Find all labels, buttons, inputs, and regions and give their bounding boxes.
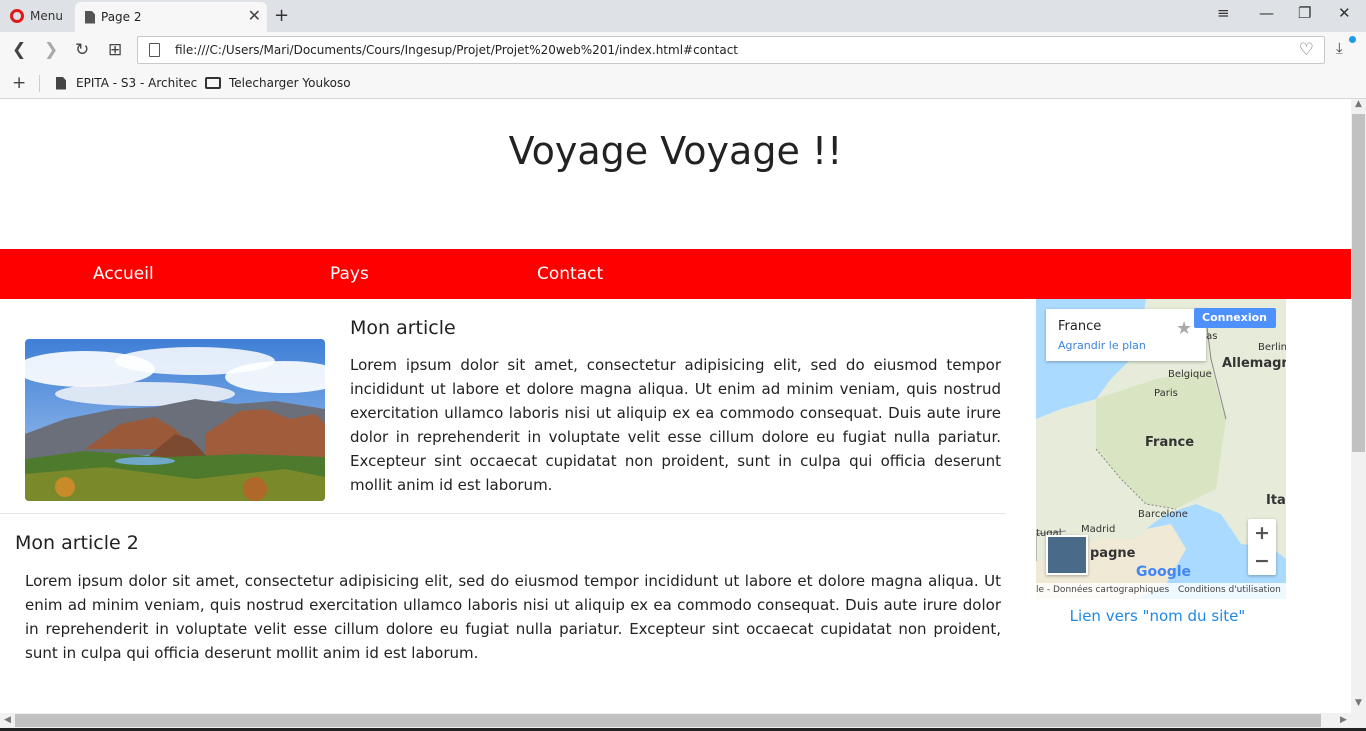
minimize-icon[interactable]: —	[1259, 4, 1274, 22]
nav-contact[interactable]: Contact	[537, 264, 603, 284]
map-terms-link[interactable]: Conditions d'utilisation	[1178, 585, 1281, 595]
tab-title: Page 2	[101, 10, 142, 24]
site-title: Voyage Voyage !!	[508, 129, 843, 173]
map-label-italie: Itali	[1266, 493, 1286, 508]
map-label-espagne: pagne	[1090, 546, 1136, 561]
browser-menu-button[interactable]: Menu	[0, 0, 74, 32]
map-data-attribution: le - Données cartographiques	[1036, 585, 1170, 595]
bookmark-label: Telecharger Youkoso	[229, 76, 351, 90]
bookmarks-bar: + EPITA - S3 - Architec Telecharger Youk…	[0, 68, 1366, 99]
horizontal-scroll-thumb[interactable]	[15, 714, 1321, 727]
tab-page-2[interactable]: Page 2 ✕	[75, 2, 267, 32]
article-landscape-image	[25, 339, 325, 501]
document-icon	[56, 76, 66, 90]
map-place-card: France Agrandir le plan ★	[1046, 309, 1206, 361]
horizontal-scrollbar[interactable]: ◀ ▶	[0, 713, 1351, 728]
page-viewport: Voyage Voyage !! Accueil Pays Contact Mo…	[0, 99, 1351, 713]
map-label-barcelone: Barcelone	[1138, 509, 1188, 520]
map-connect-button[interactable]: Connexion	[1194, 308, 1276, 328]
map-label-paris: Paris	[1154, 388, 1178, 399]
page-icon	[85, 10, 95, 24]
vertical-scroll-thumb[interactable]	[1352, 114, 1365, 452]
site-favicon-icon	[205, 77, 221, 89]
map-label-madrid: Madrid	[1081, 524, 1116, 535]
zoom-out-button[interactable]: −	[1248, 547, 1276, 575]
browser-tab-bar: Menu Page 2 ✕ + ≡ — ❐ ✕	[0, 0, 1366, 32]
map-place-name: France	[1058, 319, 1102, 334]
nav-accueil[interactable]: Accueil	[93, 264, 154, 284]
opera-logo-icon	[10, 9, 24, 23]
tab-menu-icon[interactable]: ≡	[1217, 4, 1230, 22]
back-icon[interactable]: ❮	[12, 40, 26, 60]
map-label-berlin: Berlin	[1258, 342, 1286, 353]
google-map[interactable]: -Bas Berlin Allemagne Belgique Paris Fra…	[1036, 299, 1286, 599]
enlarge-map-link[interactable]: Agrandir le plan	[1058, 339, 1146, 352]
connect-label: Connexion	[1202, 311, 1268, 324]
forward-icon[interactable]: ❯	[44, 40, 58, 60]
article-2-text: Lorem ipsum dolor sit amet, consectetur …	[25, 572, 1001, 662]
scroll-right-icon[interactable]: ▶	[1336, 713, 1351, 728]
map-label-belgique: Belgique	[1168, 369, 1212, 380]
site-navigation: Accueil Pays Contact	[0, 249, 1351, 299]
bookmark-epita[interactable]: EPITA - S3 - Architec	[56, 76, 197, 90]
speed-dial-icon[interactable]: ⊞	[108, 40, 122, 60]
article-1-title: Mon article	[350, 317, 456, 339]
scroll-up-icon[interactable]: ▲	[1351, 99, 1366, 114]
map-label-allemagne: Allemagne	[1222, 356, 1286, 371]
download-badge	[1349, 36, 1356, 43]
map-zoom-control: + −	[1248, 519, 1276, 575]
scroll-down-icon[interactable]: ▼	[1351, 698, 1366, 713]
url-field[interactable]: file:///C:/Users/Mari/Documents/Cours/In…	[137, 36, 1325, 64]
close-tab-icon[interactable]: ✕	[248, 8, 261, 24]
reload-icon[interactable]: ↻	[75, 40, 89, 60]
scroll-left-icon[interactable]: ◀	[0, 713, 15, 728]
download-icon[interactable]: ⤓	[1336, 39, 1343, 57]
bookmark-heart-icon[interactable]: ♡	[1299, 40, 1314, 60]
map-footer: le - Données cartographiques Conditions …	[1036, 583, 1286, 599]
bookmark-youkoso[interactable]: Telecharger Youkoso	[205, 76, 351, 90]
map-label-france: France	[1145, 435, 1195, 450]
article-1-text: Lorem ipsum dolor sit amet, consectetur …	[350, 356, 1001, 494]
site-link[interactable]: Lien vers "nom du site"	[1036, 607, 1279, 625]
page-info-icon[interactable]	[149, 43, 160, 57]
vertical-scrollbar[interactable]: ▲ ▼	[1351, 99, 1366, 713]
satellite-toggle[interactable]	[1046, 535, 1088, 575]
menu-label: Menu	[30, 9, 63, 23]
article-divider	[0, 513, 1006, 514]
nav-pays[interactable]: Pays	[330, 264, 369, 284]
close-window-icon[interactable]: ✕	[1338, 4, 1351, 22]
bookmarks-divider	[39, 75, 40, 92]
url-text: file:///C:/Users/Mari/Documents/Cours/In…	[175, 43, 738, 57]
restore-icon[interactable]: ❐	[1298, 4, 1311, 22]
new-tab-icon[interactable]: +	[274, 5, 289, 26]
add-bookmark-icon[interactable]: +	[12, 73, 26, 93]
bookmark-label: EPITA - S3 - Architec	[76, 76, 198, 90]
google-logo: Google	[1136, 564, 1192, 580]
zoom-in-button[interactable]: +	[1248, 519, 1276, 547]
address-bar-row: ❮ ❯ ↻ ⊞ file:///C:/Users/Mari/Documents/…	[0, 32, 1366, 68]
star-icon[interactable]: ★	[1176, 318, 1192, 339]
article-2-title: Mon article 2	[15, 532, 139, 554]
